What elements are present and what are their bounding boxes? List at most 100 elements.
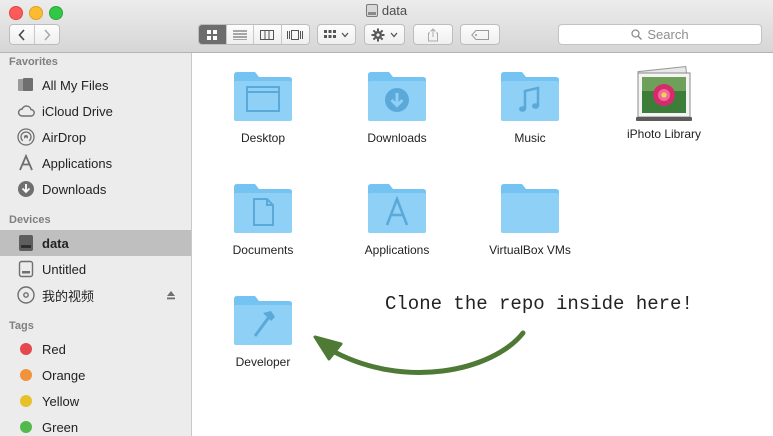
- sidebar-item-tag-red[interactable]: Red: [0, 336, 191, 362]
- file-label: Music: [514, 131, 546, 145]
- list-view-button[interactable]: [226, 25, 254, 44]
- action-menu-button[interactable]: [364, 24, 405, 45]
- file-item-music[interactable]: Music: [470, 69, 590, 145]
- sidebar-item-label: 我的视频: [42, 288, 95, 304]
- sidebar-item-icloud-drive[interactable]: iCloud Drive: [0, 98, 191, 124]
- column-view-icon: [260, 29, 275, 40]
- file-label: iPhoto Library: [626, 127, 702, 141]
- tags-header: Tags: [9, 320, 34, 332]
- sidebar-item-label: Orange: [42, 367, 86, 383]
- file-item-documents[interactable]: Documents: [203, 181, 323, 257]
- iphoto-library-icon: [636, 66, 692, 121]
- eject-icon[interactable]: [166, 290, 176, 300]
- file-item-virtualbox-vms[interactable]: VirtualBox VMs: [470, 181, 590, 257]
- arrange-icon: [324, 29, 336, 38]
- search-icon: [631, 29, 643, 40]
- sidebar-item-tag-green[interactable]: Green: [0, 414, 191, 436]
- devices-header: Devices: [9, 214, 51, 226]
- tag-color-dot: [20, 343, 32, 355]
- sidebar-item-untitled[interactable]: Untitled: [0, 256, 191, 282]
- disk-icon: [16, 233, 36, 253]
- chevron-down-icon: [390, 32, 398, 37]
- file-browser: Desktop Downloads Music iPhoto Library D…: [193, 53, 773, 436]
- file-item-downloads[interactable]: Downloads: [337, 69, 457, 145]
- favorites-header: Favorites: [9, 56, 58, 68]
- sidebar-item-label: AirDrop: [42, 129, 87, 145]
- file-label: Desktop: [240, 131, 286, 145]
- developer-folder-icon: [234, 296, 292, 345]
- sidebar-item-data[interactable]: data: [0, 230, 191, 256]
- sidebar-item-label: Red: [42, 341, 66, 357]
- cover-flow-icon: [287, 29, 304, 40]
- tag-color-dot: [20, 421, 32, 433]
- sidebar: Favorites All My Files iCloud Drive AirD…: [0, 53, 192, 436]
- tag-dot-icon: [16, 365, 36, 385]
- view-mode-control: [198, 24, 310, 45]
- nav-buttons: [9, 24, 60, 45]
- desktop-folder-icon: [234, 72, 292, 121]
- disk-icon: [16, 259, 36, 279]
- file-label: Applications: [364, 243, 430, 257]
- tag-color-dot: [20, 369, 32, 381]
- chevron-down-icon: [341, 32, 349, 37]
- sidebar-item-label: Untitled: [42, 261, 87, 277]
- title-bar: data Search: [0, 0, 773, 53]
- search-placeholder: Search: [647, 27, 689, 42]
- file-item-developer[interactable]: Developer: [203, 293, 323, 369]
- applications-folder-icon: [368, 184, 426, 233]
- window-title: data: [0, 3, 773, 18]
- share-icon: [428, 27, 438, 41]
- window-title-text: data: [381, 3, 408, 18]
- chevron-right-icon: [44, 28, 51, 41]
- search-field[interactable]: Search: [558, 24, 762, 45]
- sidebar-item-tag-yellow[interactable]: Yellow: [0, 388, 191, 414]
- column-view-button[interactable]: [254, 25, 282, 44]
- annotation-text: Clone the repo inside here!: [385, 293, 693, 315]
- tag-icon: [471, 29, 489, 40]
- documents-folder-icon: [234, 184, 292, 233]
- icon-view-button[interactable]: [199, 25, 227, 44]
- gear-icon: [371, 28, 385, 41]
- share-button[interactable]: [413, 24, 453, 45]
- edit-tags-button[interactable]: [460, 24, 500, 45]
- sidebar-item-applications[interactable]: Applications: [0, 150, 191, 176]
- scroll-edge: [769, 53, 773, 436]
- sidebar-item-downloads[interactable]: Downloads: [0, 176, 191, 202]
- all-files-icon: [16, 75, 36, 95]
- sidebar-item-label: Yellow: [42, 393, 80, 409]
- forward-button[interactable]: [34, 25, 59, 44]
- file-label: Developer: [235, 355, 291, 369]
- list-view-icon: [232, 30, 247, 40]
- sidebar-item-video-disc[interactable]: 我的视频: [0, 282, 191, 308]
- sidebar-item-label: Applications: [42, 155, 113, 171]
- file-label: Downloads: [367, 131, 427, 145]
- downloads-folder-icon: [368, 72, 426, 121]
- sidebar-item-label: data: [42, 235, 69, 251]
- music-folder-icon: [501, 72, 559, 121]
- file-item-desktop[interactable]: Desktop: [203, 69, 323, 145]
- file-item-applications[interactable]: Applications: [337, 181, 457, 257]
- tag-dot-icon: [16, 339, 36, 359]
- sidebar-item-label: iCloud Drive: [42, 103, 113, 119]
- arrange-button[interactable]: [317, 24, 356, 45]
- tag-color-dot: [20, 395, 32, 407]
- sidebar-item-all-my-files[interactable]: All My Files: [0, 72, 191, 98]
- sidebar-item-label: Green: [42, 419, 79, 435]
- sidebar-item-label: Downloads: [42, 181, 107, 197]
- file-item-iphoto-library[interactable]: iPhoto Library: [604, 65, 724, 141]
- tag-dot-icon: [16, 391, 36, 411]
- back-button[interactable]: [10, 25, 35, 44]
- cover-flow-button[interactable]: [281, 25, 309, 44]
- airdrop-icon: [16, 127, 36, 147]
- cloud-icon: [16, 101, 36, 121]
- sidebar-item-tag-orange[interactable]: Orange: [0, 362, 191, 388]
- finder-window: data Search Favorites All My Files iClou…: [0, 0, 773, 436]
- disk-icon: [365, 4, 378, 17]
- sidebar-item-airdrop[interactable]: AirDrop: [0, 124, 191, 150]
- downloads-icon: [16, 179, 36, 199]
- applications-icon: [16, 153, 36, 173]
- file-label: VirtualBox VMs: [489, 243, 571, 257]
- chevron-left-icon: [18, 28, 25, 41]
- tag-dot-icon: [16, 417, 36, 436]
- dvd-icon: [16, 285, 36, 305]
